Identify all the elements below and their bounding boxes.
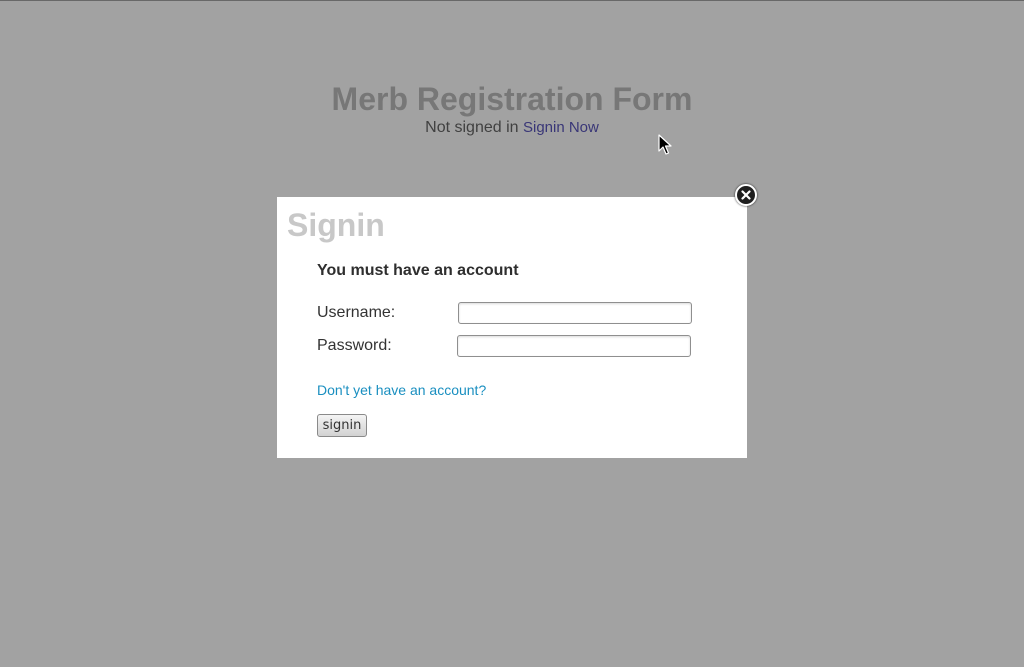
modal-title: Signin [287, 207, 385, 243]
password-label: Password: [317, 337, 392, 354]
signin-modal: Signin You must have an account Username… [277, 197, 747, 458]
signin-form: You must have an account Username: Passw… [317, 261, 717, 437]
signin-button[interactable]: signin [317, 414, 367, 437]
username-input[interactable] [458, 302, 692, 324]
password-row: Password: [317, 335, 717, 368]
username-row: Username: [317, 302, 717, 335]
mouse-cursor-icon [658, 134, 672, 155]
password-input[interactable] [457, 335, 691, 357]
modal-close-button[interactable] [735, 184, 757, 206]
account-notice: You must have an account [317, 262, 519, 279]
close-icon [741, 190, 751, 200]
page: Merb Registration Form Not signed in Sig… [0, 0, 1024, 667]
register-link[interactable]: Don't yet have an account? [317, 381, 486, 399]
username-label: Username: [317, 304, 396, 321]
